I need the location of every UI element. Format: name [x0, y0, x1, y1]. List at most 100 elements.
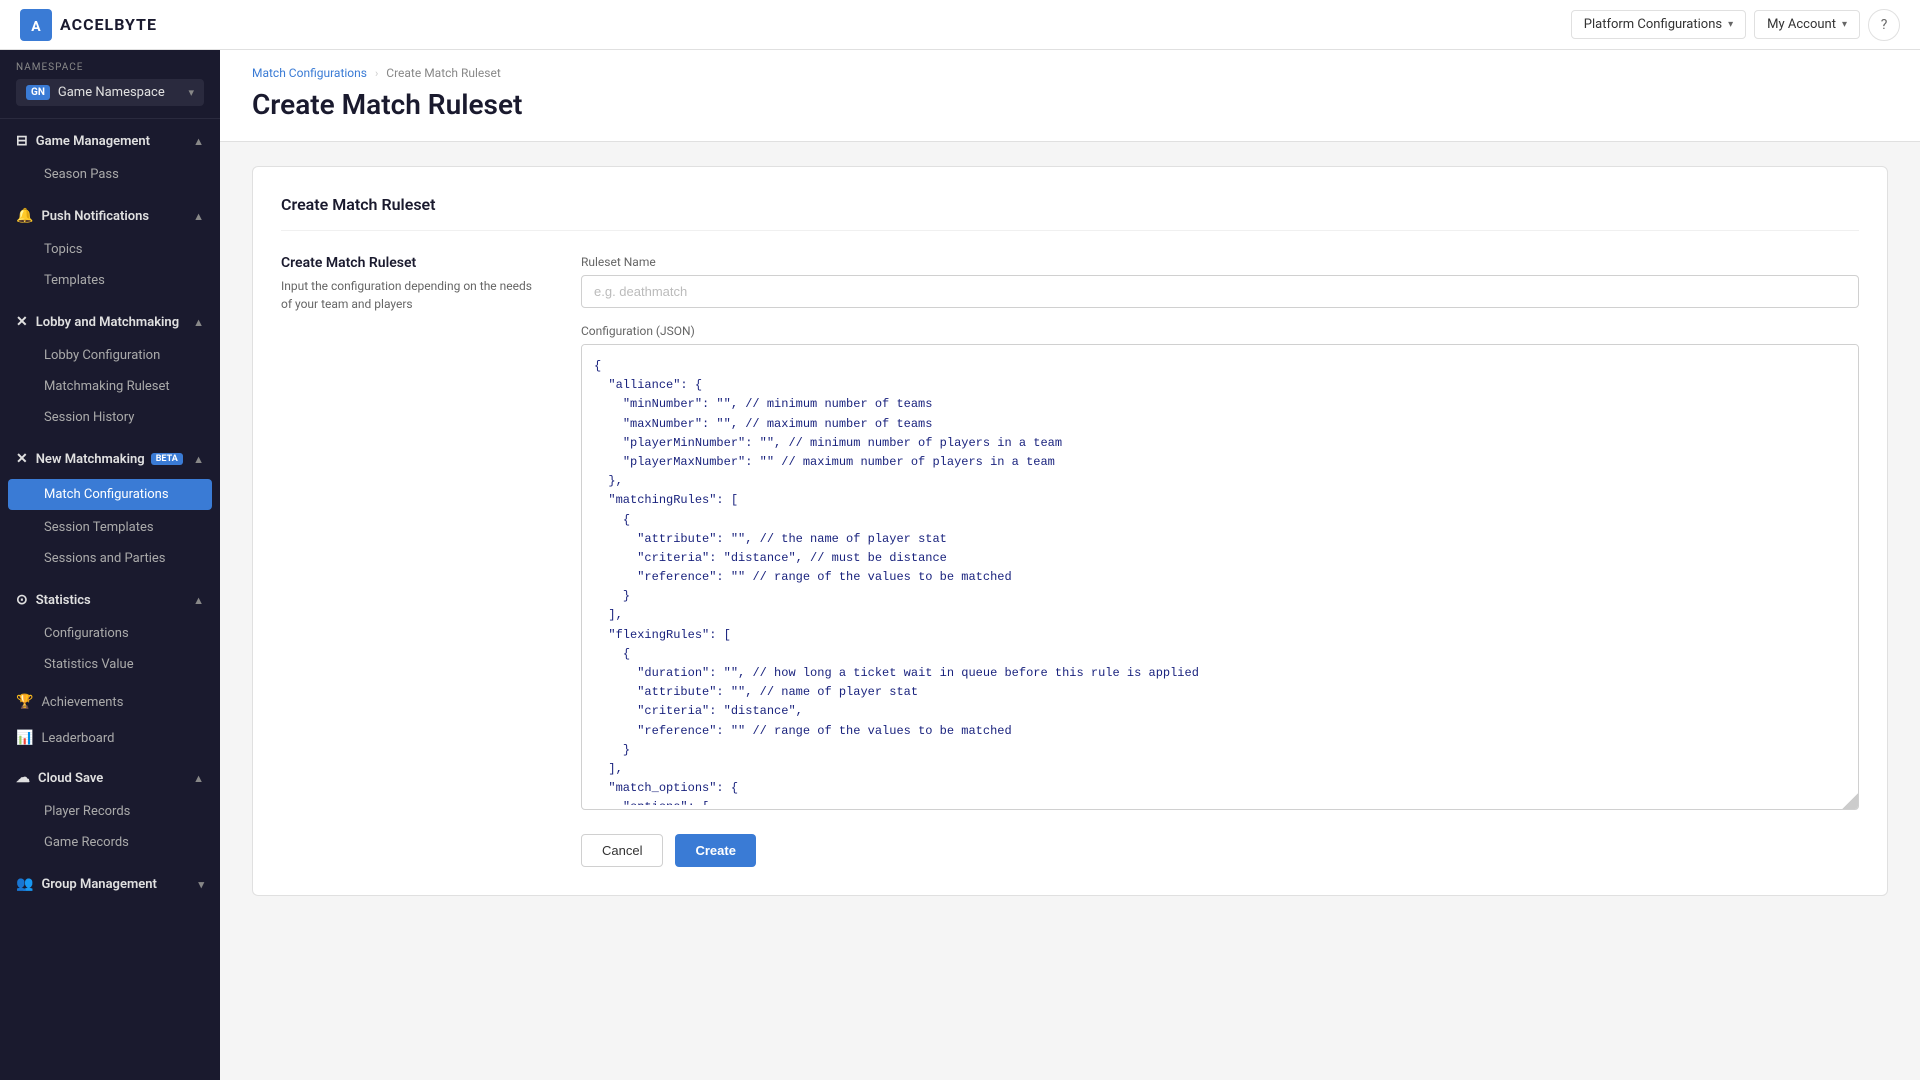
- platform-configurations-label: Platform Configurations: [1584, 17, 1722, 32]
- create-button[interactable]: Create: [675, 834, 755, 867]
- form-desc-title: Create Match Ruleset: [281, 255, 541, 271]
- nav-section-title-row-cloud-save: ☁ Cloud Save: [16, 770, 103, 786]
- main-content: Match Configurations › Create Match Rule…: [220, 50, 1920, 1080]
- platform-configurations-dropdown[interactable]: Platform Configurations ▾: [1571, 10, 1746, 39]
- cancel-button[interactable]: Cancel: [581, 834, 663, 867]
- sessions-parties-label: Sessions and Parties: [44, 551, 165, 566]
- nav-section-new-matchmaking: ✕ New Matchmaking BETA ▲ Match Configura…: [0, 437, 220, 578]
- templates-label: Templates: [44, 273, 105, 288]
- achievements-label: Achievements: [41, 695, 123, 710]
- top-header: A ACCELBYTE Platform Configurations ▾ My…: [0, 0, 1920, 50]
- logo-area: A ACCELBYTE: [20, 9, 157, 41]
- namespace-selector[interactable]: GN Game Namespace ▾: [16, 79, 204, 106]
- game-management-collapse-icon: ▲: [193, 135, 204, 148]
- nav-section-title-row: ⊟ Game Management: [16, 133, 150, 149]
- match-configurations-label: Match Configurations: [44, 487, 169, 502]
- nav-section-title-row-group: 👥 Group Management: [16, 876, 157, 892]
- sidebar-item-achievements[interactable]: 🏆 Achievements: [0, 684, 220, 720]
- create-match-ruleset-card: Create Match Ruleset Create Match Rulese…: [252, 166, 1888, 896]
- my-account-label: My Account: [1767, 17, 1836, 32]
- push-notifications-collapse-icon: ▲: [193, 210, 204, 223]
- matchmaking-ruleset-label: Matchmaking Ruleset: [44, 379, 170, 394]
- achievements-icon: 🏆: [16, 694, 33, 710]
- new-matchmaking-icon: ✕: [16, 451, 28, 467]
- my-account-dropdown[interactable]: My Account ▾: [1754, 10, 1860, 39]
- beta-badge: BETA: [151, 453, 183, 465]
- help-button[interactable]: ?: [1868, 9, 1900, 41]
- sidebar-item-topics[interactable]: Topics: [0, 234, 220, 265]
- form-desc-text: Input the configuration depending on the…: [281, 277, 541, 313]
- statistics-icon: ⊙: [16, 592, 28, 608]
- sidebar-item-session-history[interactable]: Session History: [0, 402, 220, 433]
- sidebar-item-player-records[interactable]: Player Records: [0, 796, 220, 827]
- resize-handle[interactable]: [1842, 793, 1858, 809]
- content-header: Match Configurations › Create Match Rule…: [220, 50, 1920, 142]
- card-title: Create Match Ruleset: [281, 195, 1859, 231]
- breadcrumb: Match Configurations › Create Match Rule…: [252, 66, 1888, 80]
- platform-chevron-icon: ▾: [1728, 19, 1733, 30]
- nav-section-header-statistics[interactable]: ⊙ Statistics ▲: [0, 582, 220, 618]
- ruleset-name-label: Ruleset Name: [581, 255, 1859, 269]
- nav-section-header-cloud-save[interactable]: ☁ Cloud Save ▲: [0, 760, 220, 796]
- group-management-label: Group Management: [41, 877, 156, 892]
- sidebar-item-matchmaking-ruleset[interactable]: Matchmaking Ruleset: [0, 371, 220, 402]
- nav-section-header-new-matchmaking[interactable]: ✕ New Matchmaking BETA ▲: [0, 441, 220, 477]
- nav-section-header-game-management[interactable]: ⊟ Game Management ▲: [0, 123, 220, 159]
- breadcrumb-parent-link[interactable]: Match Configurations: [252, 66, 367, 80]
- sidebar-item-match-configurations[interactable]: Match Configurations: [8, 479, 212, 510]
- sidebar-item-sessions-parties[interactable]: Sessions and Parties: [0, 543, 220, 574]
- sidebar-item-lobby-configuration[interactable]: Lobby Configuration: [0, 340, 220, 371]
- json-editor-wrapper: [581, 344, 1859, 810]
- statistics-value-label: Statistics Value: [44, 657, 134, 672]
- game-records-label: Game Records: [44, 835, 129, 850]
- config-json-field-group: Configuration (JSON): [581, 324, 1859, 810]
- nav-section-title-row-lobby: ✕ Lobby and Matchmaking: [16, 314, 179, 330]
- form-fields: Ruleset Name Configuration (JSON) Cance: [581, 255, 1859, 867]
- configurations-label: Configurations: [44, 626, 129, 641]
- new-matchmaking-label: New Matchmaking: [36, 452, 145, 467]
- account-chevron-icon: ▾: [1842, 19, 1847, 30]
- sidebar-item-configurations[interactable]: Configurations: [0, 618, 220, 649]
- season-pass-label: Season Pass: [44, 167, 119, 182]
- topics-label: Topics: [44, 242, 83, 257]
- sidebar-item-statistics-value[interactable]: Statistics Value: [0, 649, 220, 680]
- page-title: Create Match Ruleset: [252, 88, 1888, 121]
- group-management-collapse-icon: ▾: [198, 878, 204, 891]
- nav-section-title-row-push: 🔔 Push Notifications: [16, 208, 149, 224]
- namespace-label: NAMESPACE: [16, 62, 204, 73]
- sidebar-item-game-records[interactable]: Game Records: [0, 827, 220, 858]
- group-management-icon: 👥: [16, 876, 33, 892]
- cloud-save-collapse-icon: ▲: [193, 772, 204, 785]
- header-right: Platform Configurations ▾ My Account ▾ ?: [1571, 9, 1900, 41]
- nav-section-header-group-management[interactable]: 👥 Group Management ▾: [0, 866, 220, 902]
- svg-text:A: A: [31, 19, 41, 35]
- accelbyte-logo-icon: A: [20, 9, 52, 41]
- namespace-chevron-icon: ▾: [188, 86, 194, 99]
- sidebar-item-templates[interactable]: Templates: [0, 265, 220, 296]
- sidebar-item-leaderboard[interactable]: 📊 Leaderboard: [0, 720, 220, 756]
- game-management-label: Game Management: [36, 134, 150, 149]
- form-description: Create Match Ruleset Input the configura…: [281, 255, 541, 867]
- nav-section-title-row-statistics: ⊙ Statistics: [16, 592, 91, 608]
- ruleset-name-input[interactable]: [581, 275, 1859, 308]
- new-matchmaking-collapse-icon: ▲: [193, 453, 204, 466]
- namespace-name: Game Namespace: [58, 85, 181, 100]
- nav-section-header-lobby-matchmaking[interactable]: ✕ Lobby and Matchmaking ▲: [0, 304, 220, 340]
- nav-section-cloud-save: ☁ Cloud Save ▲ Player Records Game Recor…: [0, 756, 220, 862]
- namespace-badge: GN: [26, 85, 50, 100]
- json-editor[interactable]: [582, 345, 1858, 805]
- lobby-configuration-label: Lobby Configuration: [44, 348, 160, 363]
- game-management-icon: ⊟: [16, 133, 28, 149]
- nav-section-header-push-notifications[interactable]: 🔔 Push Notifications ▲: [0, 198, 220, 234]
- lobby-matchmaking-label: Lobby and Matchmaking: [36, 315, 179, 330]
- leaderboard-icon: 📊: [16, 730, 33, 746]
- nav-section-statistics: ⊙ Statistics ▲ Configurations Statistics…: [0, 578, 220, 684]
- nav-section-group-management: 👥 Group Management ▾: [0, 862, 220, 906]
- ruleset-name-field-group: Ruleset Name: [581, 255, 1859, 308]
- sidebar-item-session-templates[interactable]: Session Templates: [0, 512, 220, 543]
- sidebar-item-season-pass[interactable]: Season Pass: [0, 159, 220, 190]
- push-notifications-label: Push Notifications: [41, 209, 149, 224]
- form-layout: Create Match Ruleset Input the configura…: [281, 255, 1859, 867]
- lobby-matchmaking-collapse-icon: ▲: [193, 316, 204, 329]
- leaderboard-label: Leaderboard: [41, 731, 114, 746]
